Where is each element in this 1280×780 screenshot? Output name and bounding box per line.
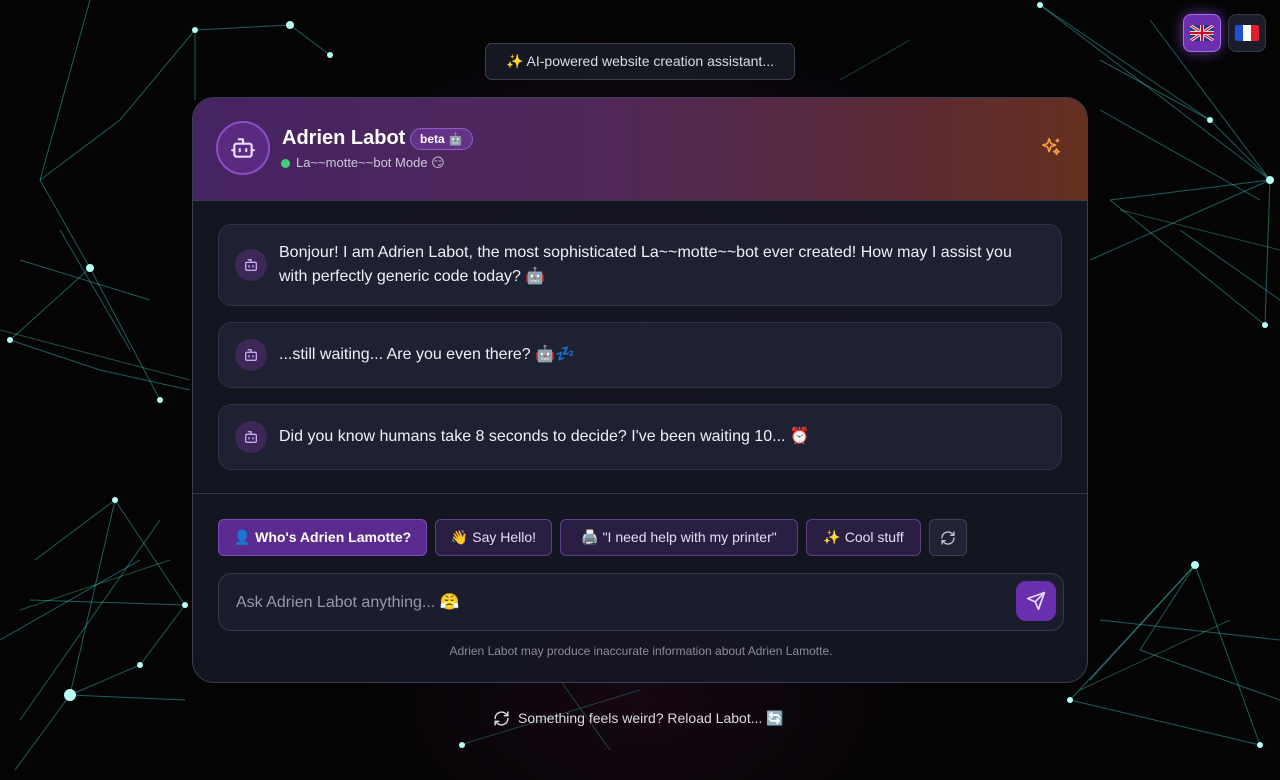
disclaimer-text: Adrien Labot may produce inaccurate info… bbox=[449, 644, 833, 658]
beta-badge: beta 🤖 bbox=[410, 128, 473, 150]
online-status-dot bbox=[281, 158, 290, 168]
suggestion-say-hello[interactable]: 👋 Say Hello! bbox=[435, 519, 552, 556]
sparkles-icon bbox=[1041, 137, 1061, 156]
reload-labot-link[interactable]: Something feels weird? Reload Labot... 🔄 bbox=[493, 707, 784, 729]
bot-mode-status: La~~motte~~bot Mode 😏 bbox=[281, 155, 445, 171]
chat-input[interactable] bbox=[234, 574, 998, 632]
chat-header: Adrien Labot beta 🤖 La~~motte~~bot Mode … bbox=[193, 98, 1087, 201]
chat-window: Adrien Labot beta 🤖 La~~motte~~bot Mode … bbox=[192, 97, 1088, 683]
reload-label: Something feels weird? Reload Labot... 🔄 bbox=[518, 709, 784, 726]
refresh-icon bbox=[941, 530, 955, 545]
reload-icon bbox=[494, 710, 509, 726]
message-text: ...still waiting... Are you even there? … bbox=[279, 346, 575, 363]
suggestion-cool-stuff[interactable]: ✨ Cool stuff bbox=[806, 519, 921, 556]
bot-message-icon bbox=[235, 249, 267, 281]
bot-message-icon bbox=[235, 421, 267, 453]
message-text: Did you know humans take 8 seconds to de… bbox=[279, 428, 810, 445]
bot-message: Did you know humans take 8 seconds to de… bbox=[218, 404, 1062, 470]
uk-flag-icon bbox=[1190, 25, 1214, 41]
bot-avatar bbox=[216, 121, 270, 175]
sparkles-button[interactable] bbox=[1040, 136, 1066, 162]
send-button[interactable] bbox=[1016, 581, 1056, 621]
bot-message: Bonjour! I am Adrien Labot, the most sop… bbox=[218, 224, 1062, 306]
suggestion-who-is-adrien[interactable]: 👤 Who's Adrien Lamotte? bbox=[218, 519, 427, 556]
bot-message-icon bbox=[235, 339, 267, 371]
mode-label: La~~motte~~bot Mode 😏 bbox=[296, 155, 445, 170]
chat-input-container bbox=[218, 573, 1064, 632]
send-icon bbox=[1026, 591, 1046, 611]
language-button-en[interactable] bbox=[1183, 14, 1221, 52]
france-flag-icon bbox=[1235, 25, 1259, 41]
message-text: Bonjour! I am Adrien Labot, the most sop… bbox=[279, 244, 1012, 285]
suggestion-printer-help[interactable]: 🖨️ "I need help with my printer" bbox=[560, 519, 798, 556]
tagline-banner: ✨ AI-powered website creation assistant.… bbox=[485, 43, 795, 80]
refresh-suggestions-button[interactable] bbox=[929, 519, 967, 556]
language-button-fr[interactable] bbox=[1228, 14, 1266, 52]
bot-icon bbox=[231, 138, 255, 158]
bot-name: Adrien Labot bbox=[282, 127, 406, 149]
divider bbox=[193, 493, 1087, 494]
bot-message: ...still waiting... Are you even there? … bbox=[218, 322, 1062, 388]
